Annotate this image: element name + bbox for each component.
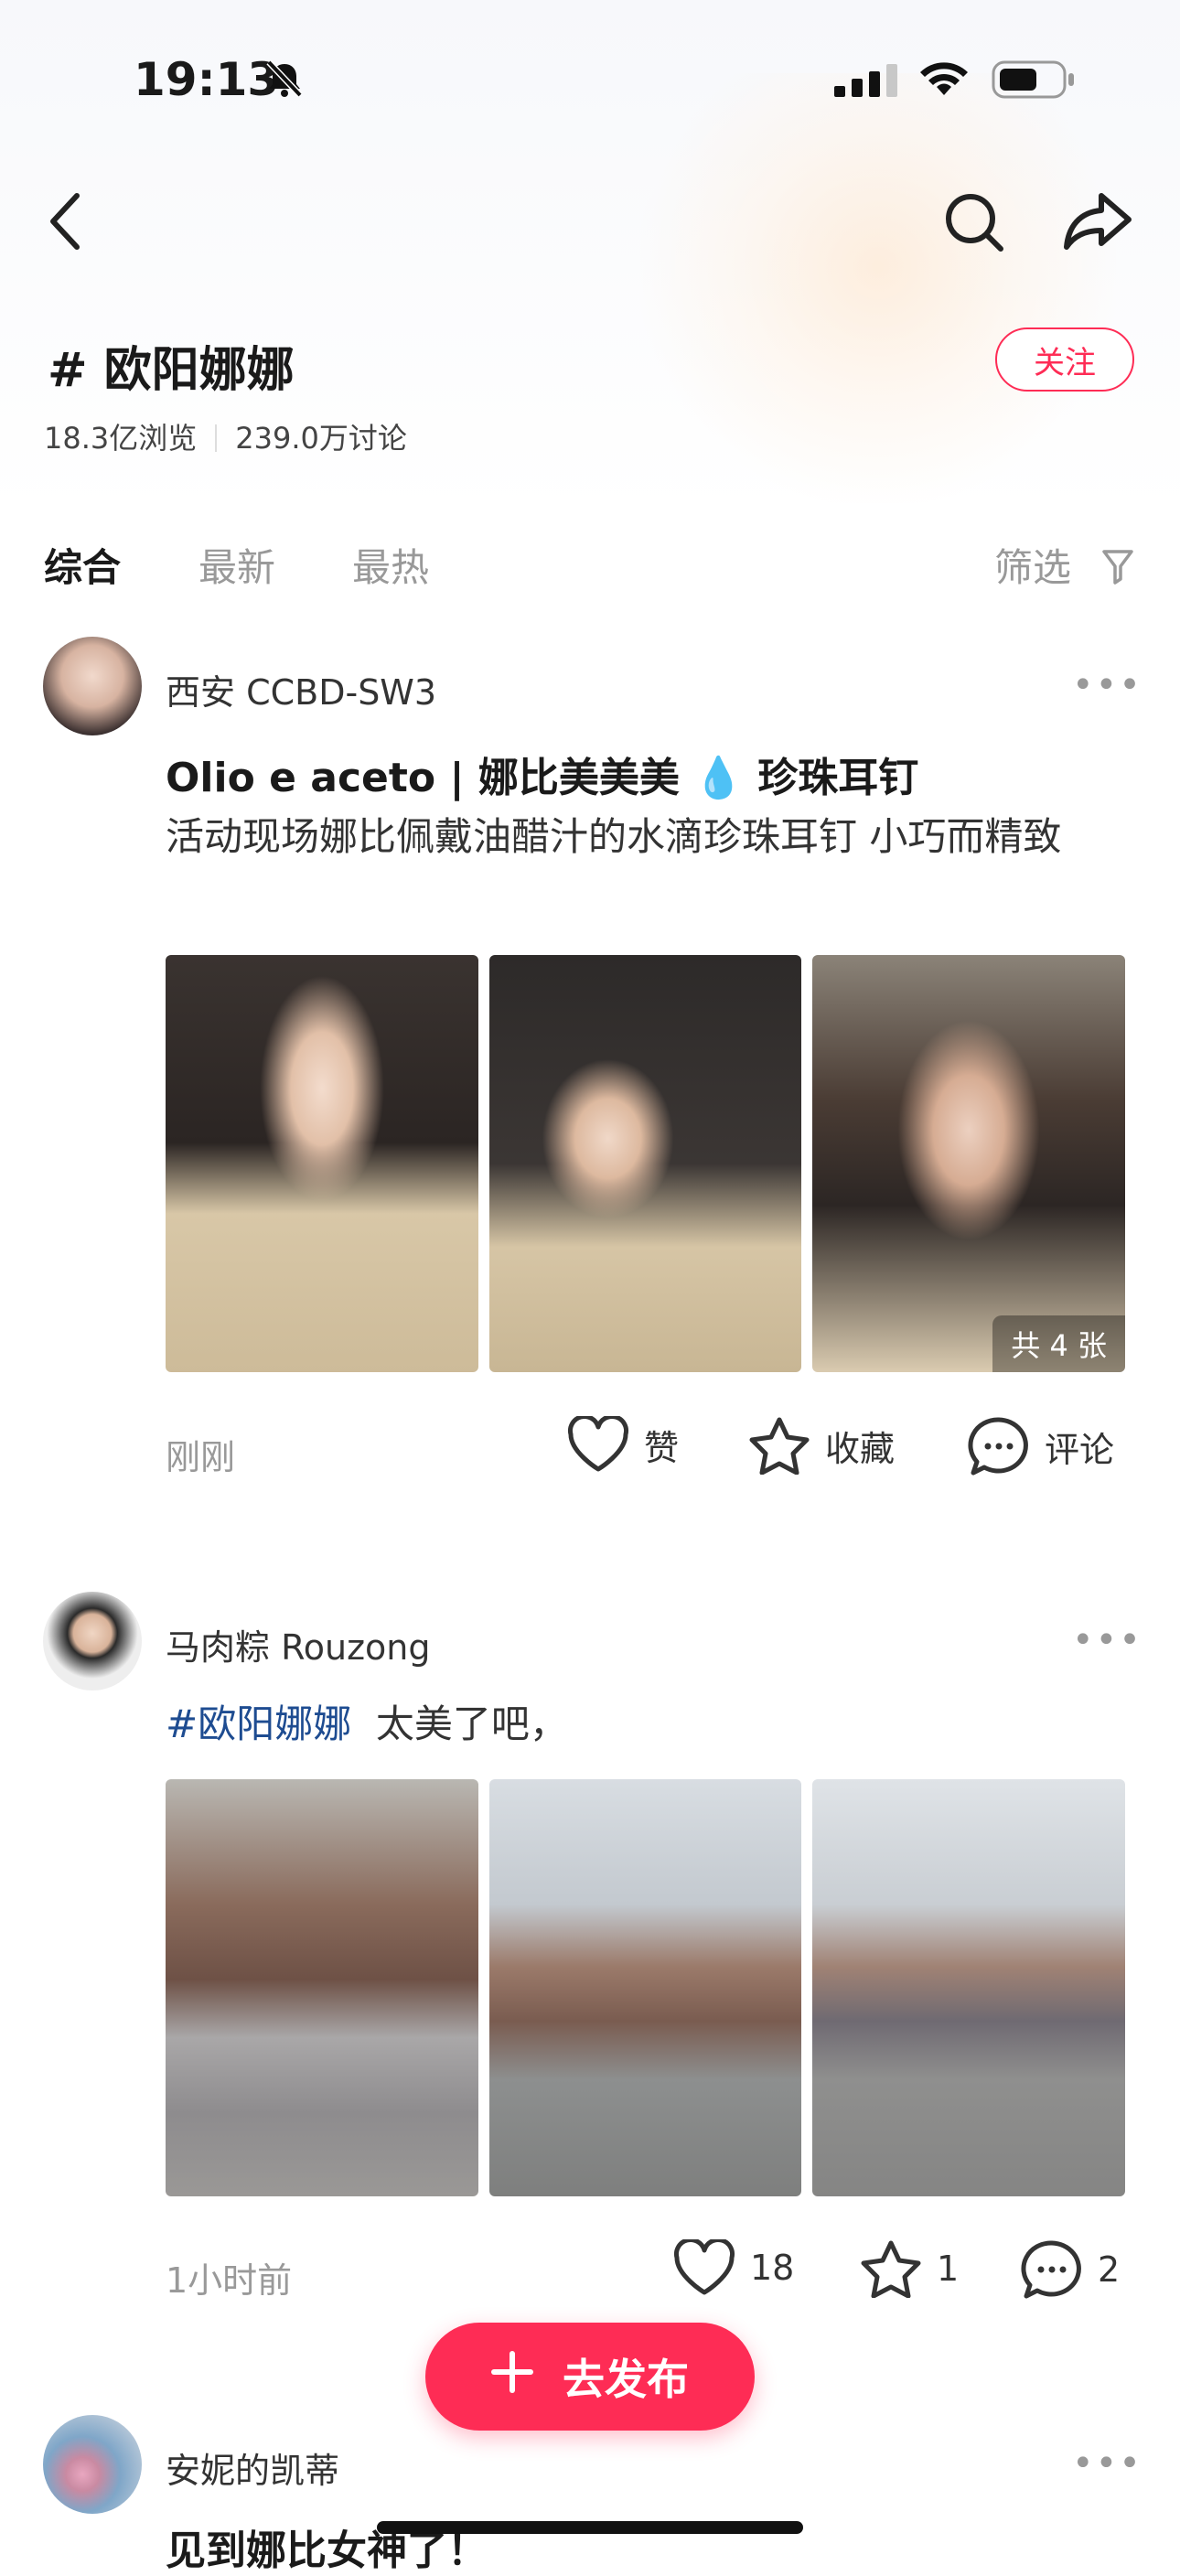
post-body: 活动现场娜比佩戴油醋汁的水滴珍珠耳钉 小巧而精致 (166, 814, 1062, 859)
collect-button[interactable]: 1 (860, 2239, 959, 2298)
stats-divider (215, 424, 218, 452)
filter-label: 筛选 (994, 545, 1072, 590)
post-body: #欧阳娜娜 太美了吧， (166, 1690, 1135, 1758)
post-text: 太美了吧， (375, 1701, 568, 1746)
more-options-icon[interactable]: ••• (1072, 664, 1142, 706)
post-username[interactable]: 西安 CCBD-SW3 (166, 664, 436, 714)
cellular-signal-icon (834, 64, 898, 101)
post-image-grid: 共 4 张 (166, 955, 1126, 1372)
like-count: 18 (750, 2248, 795, 2288)
collect-button[interactable]: 收藏 (748, 1416, 895, 1475)
like-button[interactable]: 赞 (567, 1416, 679, 1473)
star-icon (861, 2240, 921, 2298)
post-image[interactable] (166, 955, 478, 1372)
filter-button[interactable]: 筛选 (994, 537, 1134, 594)
heart-icon (673, 2239, 735, 2295)
avatar[interactable] (43, 637, 142, 735)
battery-icon (992, 60, 1076, 102)
hashtag-link[interactable]: #欧阳娜娜 (166, 1701, 351, 1746)
comment-button[interactable]: 评论 (968, 1416, 1114, 1476)
publish-label: 去发布 (563, 2355, 689, 2404)
post-time: 1小时前 (166, 2260, 293, 2301)
collect-label: 收藏 (825, 1428, 896, 1469)
status-time: 19:13 (134, 53, 280, 106)
tab-comprehensive[interactable]: 综合 (44, 537, 121, 593)
post-image[interactable] (488, 1779, 802, 2196)
topic-title: # 欧阳娜娜 (48, 343, 295, 398)
post-username[interactable]: 安妮的凯蒂 (166, 2442, 339, 2493)
comment-bubble-icon (968, 1417, 1028, 1476)
post-image[interactable] (166, 1779, 478, 2196)
post-time: 刚刚 (166, 1437, 236, 1477)
post-image[interactable] (488, 955, 802, 1372)
post-image-grid (166, 1779, 1126, 2196)
search-icon[interactable] (942, 190, 1006, 258)
star-icon (749, 1417, 810, 1475)
like-button[interactable]: 18 (673, 2239, 794, 2296)
filter-icon (1101, 548, 1134, 594)
topic-stats: 18.3亿浏览 239.0万讨论 (44, 415, 407, 457)
comment-count: 2 (1098, 2249, 1121, 2290)
comment-button[interactable]: 2 (1021, 2239, 1120, 2300)
more-options-icon[interactable]: ••• (1072, 1619, 1142, 1661)
tab-hottest[interactable]: 最热 (352, 537, 429, 593)
avatar[interactable] (43, 1592, 142, 1690)
post-image[interactable]: 共 4 张 (812, 955, 1126, 1372)
plus-icon (491, 2350, 533, 2403)
collect-count: 1 (937, 2249, 960, 2289)
share-icon[interactable] (1063, 190, 1132, 254)
follow-button[interactable]: 关注 (995, 327, 1134, 392)
tab-latest[interactable]: 最新 (198, 537, 275, 593)
image-count-badge: 共 4 张 (992, 1315, 1126, 1372)
back-chevron-icon[interactable] (48, 192, 84, 254)
like-label: 赞 (644, 1427, 680, 1468)
publish-button[interactable]: 去发布 (425, 2323, 755, 2431)
heart-icon (567, 1416, 629, 1472)
post-image[interactable] (812, 1779, 1126, 2196)
views-count: 18.3亿浏览 (44, 421, 198, 456)
wifi-icon (917, 60, 971, 102)
comment-label: 评论 (1045, 1429, 1115, 1470)
discussion-count: 239.0万讨论 (235, 421, 407, 456)
more-options-icon[interactable]: ••• (1072, 2442, 1142, 2485)
home-indicator (377, 2521, 803, 2534)
post-username[interactable]: 马肉粽 Rouzong (166, 1619, 431, 1669)
avatar[interactable] (43, 2415, 142, 2514)
comment-bubble-icon (1021, 2240, 1081, 2299)
header-decoration (640, 73, 1116, 503)
silent-bell-icon (263, 59, 306, 102)
post-title: Olio e aceto | 娜比美美美 💧 珍珠耳钉 (166, 755, 919, 801)
